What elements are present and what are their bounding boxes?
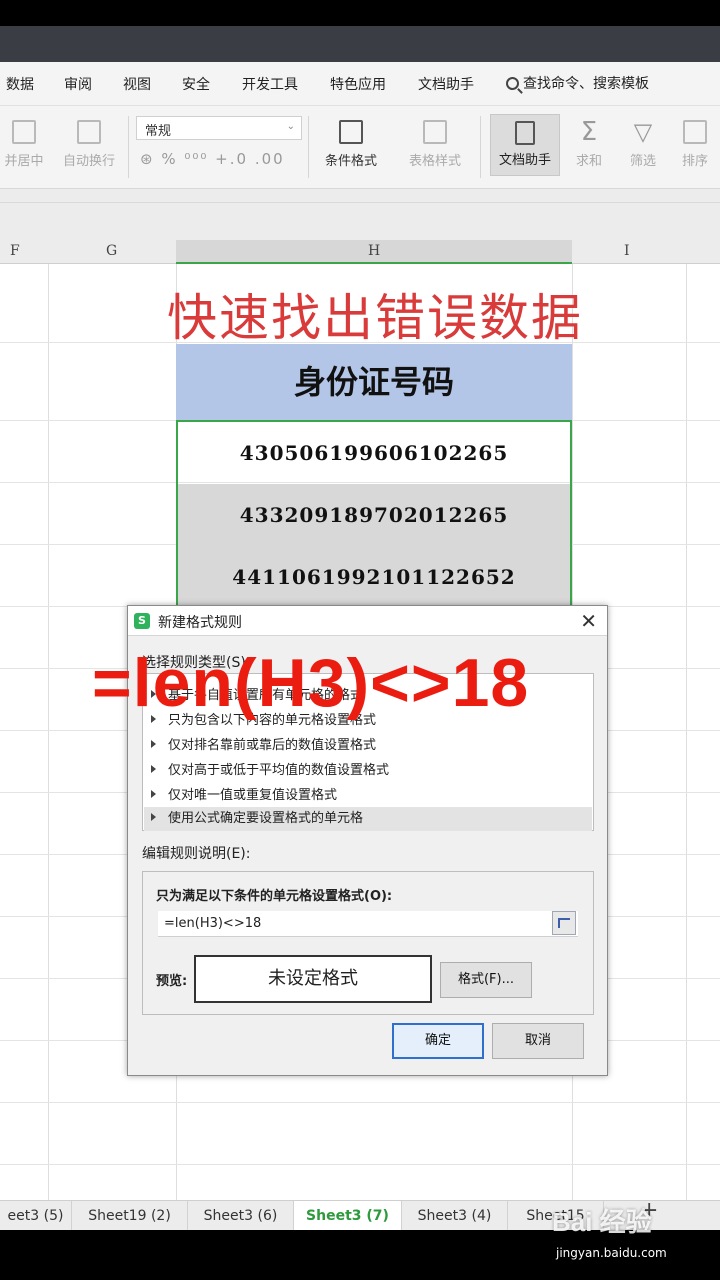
number-format-row: % ⁰⁰⁰ +.0 .00 [161, 150, 285, 168]
formula-input[interactable]: =len(H3)<>18 [158, 911, 578, 937]
column-header-g[interactable]: G [106, 243, 117, 259]
table-style-label: 表格样式 [408, 154, 461, 169]
merge-center-button[interactable]: 并居中 [0, 120, 48, 169]
menu-security[interactable]: 安全 [182, 74, 210, 94]
top-black-bar [0, 0, 720, 26]
id-number-header-cell[interactable]: 身份证号码 [176, 344, 572, 420]
sheet-title: 快速找出错误数据 [167, 289, 583, 347]
range-select-icon[interactable] [552, 911, 576, 935]
cancel-button[interactable]: 取消 [492, 1023, 584, 1059]
number-format-buttons[interactable]: ⊛ % ⁰⁰⁰ +.0 .00 [140, 150, 285, 168]
formula-overlay-caption: =len(H3)<>18 [92, 645, 530, 721]
sheet-tab[interactable]: eet3 (5) [0, 1201, 72, 1231]
number-format-value: 常规 [145, 124, 172, 139]
sum-label: 求和 [575, 154, 602, 169]
formula-bar-divider [0, 202, 720, 203]
triangle-right-icon [151, 740, 156, 748]
command-search-label: 查找命令、搜索模板 [523, 76, 649, 92]
auto-wrap-button[interactable]: 自动换行 [60, 120, 118, 169]
dialog-title-bar: S 新建格式规则 ✕ [128, 606, 607, 636]
grid-line [0, 1102, 720, 1103]
doc-assistant-icon [515, 121, 535, 145]
menu-review[interactable]: 审阅 [64, 74, 92, 94]
edit-rule-desc-label: 编辑规则说明(E): [142, 846, 251, 862]
watermark-url: jingyan.baidu.com [556, 1246, 667, 1260]
preview-label: 预览: [156, 974, 188, 989]
column-header-h[interactable]: H [368, 243, 380, 259]
column-header-i[interactable]: I [624, 243, 630, 259]
menu-developer-tools[interactable]: 开发工具 [242, 74, 298, 94]
conditional-format-icon [339, 120, 363, 144]
sort-icon [683, 120, 707, 144]
ribbon-divider [480, 116, 481, 178]
close-icon[interactable]: ✕ [580, 609, 597, 633]
sum-button[interactable]: Σ 求和 [566, 117, 612, 169]
sheet-tab[interactable]: Sheet3 (4) [402, 1201, 508, 1231]
sigma-icon: Σ [580, 117, 598, 147]
menu-special-apps[interactable]: 特色应用 [330, 74, 386, 94]
search-icon [506, 77, 519, 90]
sheet-tab[interactable]: Sheet3 (6) [188, 1201, 294, 1231]
grid-line [48, 264, 49, 1200]
rule-type-item[interactable]: 仅对高于或低于平均值的数值设置格式 [151, 759, 389, 778]
baidu-jingyan-watermark: Bai 经验 [552, 1207, 652, 1237]
rule-type-item-selected[interactable]: 使用公式确定要设置格式的单元格 [144, 807, 592, 831]
sort-button[interactable]: 排序 [672, 120, 718, 169]
ribbon-divider [308, 116, 309, 178]
menu-data[interactable]: 数据 [6, 74, 34, 94]
ok-button[interactable]: 确定 [392, 1023, 484, 1059]
menu-doc-assistant[interactable]: 文档助手 [418, 74, 474, 94]
format-button[interactable]: 格式(F)... [440, 962, 532, 998]
table-style-button[interactable]: 表格样式 [400, 120, 470, 169]
triangle-right-icon [151, 813, 156, 821]
merge-center-icon [12, 120, 36, 144]
sheet-tab-active[interactable]: Sheet3 (7) [294, 1201, 402, 1231]
rule-type-label: 仅对排名靠前或靠后的数值设置格式 [168, 738, 377, 753]
menu-view[interactable]: 视图 [123, 74, 151, 94]
number-format-select[interactable]: 常规 ⌄ [136, 116, 302, 140]
rule-type-label: 仅对唯一值或重复值设置格式 [168, 788, 338, 803]
ribbon-divider [128, 116, 129, 178]
wps-logo-icon: S [134, 613, 150, 629]
auto-wrap-icon [77, 120, 101, 144]
table-style-icon [423, 120, 447, 144]
currency-icon[interactable]: ⊛ [140, 150, 161, 168]
filter-icon: ▽ [633, 118, 653, 146]
command-search[interactable]: 查找命令、搜索模板 [506, 73, 649, 93]
sheet-tab[interactable]: Sheet19 (2) [72, 1201, 188, 1231]
formula-condition-label: 只为满足以下条件的单元格设置格式(O): [156, 889, 393, 904]
merge-center-label: 并居中 [4, 154, 44, 169]
format-preview: 未设定格式 [194, 955, 432, 1003]
title-bar [0, 26, 720, 62]
grid-line [0, 1164, 720, 1165]
doc-assistant-button[interactable]: 文档助手 [490, 114, 560, 176]
doc-assistant-label: 文档助手 [498, 153, 551, 168]
triangle-right-icon [151, 790, 156, 798]
dialog-title: 新建格式规则 [158, 615, 242, 631]
rule-type-item[interactable]: 仅对唯一值或重复值设置格式 [151, 784, 337, 803]
conditional-format-button[interactable]: 条件格式 [316, 120, 386, 169]
sort-label: 排序 [681, 154, 708, 169]
rule-type-label: 仅对高于或低于平均值的数值设置格式 [168, 763, 390, 778]
auto-wrap-label: 自动换行 [62, 154, 115, 169]
filter-label: 筛选 [629, 154, 656, 169]
rule-type-label: 使用公式确定要设置格式的单元格 [168, 811, 364, 826]
conditional-format-label: 条件格式 [324, 154, 377, 169]
selection-outline [176, 420, 572, 620]
formula-bar-area[interactable] [0, 188, 720, 240]
chevron-down-icon: ⌄ [286, 121, 295, 132]
menu-bar: 数据 审阅 视图 安全 开发工具 特色应用 文档助手 查找命令、搜索模板 [0, 62, 720, 106]
rule-type-item[interactable]: 仅对排名靠前或靠后的数值设置格式 [151, 734, 376, 753]
column-header-f[interactable]: F [10, 243, 20, 259]
grid-line [686, 264, 687, 1200]
triangle-right-icon [151, 765, 156, 773]
filter-button[interactable]: ▽ 筛选 [620, 120, 666, 169]
